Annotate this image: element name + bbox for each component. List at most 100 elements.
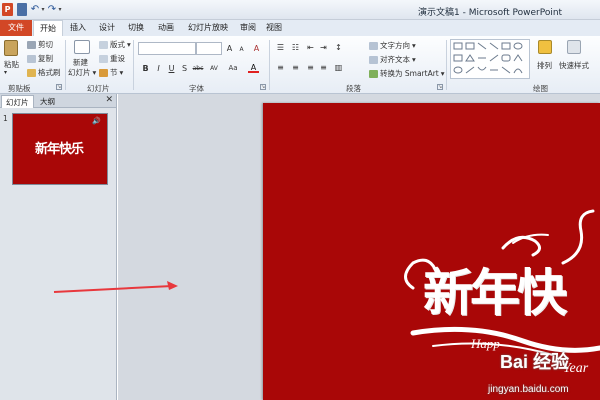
redo-icon[interactable]: ↷: [47, 3, 57, 16]
italic-button[interactable]: I: [153, 63, 164, 74]
paragraph-group-label: 段落: [346, 84, 361, 93]
slide-title-text[interactable]: 新年快: [423, 253, 567, 325]
quick-styles-button[interactable]: 快速样式: [559, 60, 589, 71]
clipboard-group-label: 剪贴板: [8, 84, 31, 93]
clipboard-launcher-icon[interactable]: ↘: [56, 84, 62, 90]
numbering-icon[interactable]: ☷: [290, 42, 301, 53]
increase-indent-icon[interactable]: ⇥: [318, 42, 329, 53]
font-size-combobox[interactable]: [196, 42, 222, 55]
decrease-indent-icon[interactable]: ⇤: [305, 42, 316, 53]
slides-group-label: 幻灯片: [87, 84, 110, 93]
columns-icon[interactable]: ▥: [333, 62, 344, 73]
thumbnail-title: 新年快乐: [35, 142, 84, 157]
shrink-font-button[interactable]: A: [236, 44, 247, 55]
align-text-button[interactable]: 对齐文本 ▾: [369, 54, 416, 65]
tab-outline[interactable]: 大纲: [36, 95, 59, 108]
cut-button[interactable]: 剪切: [27, 39, 53, 50]
bold-button[interactable]: B: [140, 63, 151, 74]
align-right-icon[interactable]: ≡: [305, 62, 316, 73]
chevron-down-icon: ▾: [412, 41, 416, 50]
align-center-icon[interactable]: ≡: [290, 62, 301, 73]
paste-icon[interactable]: [4, 40, 18, 56]
line-spacing-icon[interactable]: ↕: [333, 42, 344, 53]
group-divider: [65, 40, 66, 90]
new-slide-dropdown[interactable]: 幻灯片 ▾: [68, 67, 96, 78]
align-text-label: 对齐文本: [380, 55, 410, 64]
font-color-button[interactable]: A: [248, 62, 259, 73]
powerpoint-app-icon[interactable]: P: [2, 3, 13, 16]
group-divider: [133, 40, 134, 90]
undo-dropdown-icon[interactable]: ▾: [40, 3, 46, 16]
font-group-label: 字体: [189, 84, 204, 93]
save-icon[interactable]: [17, 3, 27, 16]
copy-icon: [27, 54, 36, 63]
window-title: 演示文稿1 - Microsoft PowerPoint: [418, 8, 563, 18]
tab-view[interactable]: 视图: [261, 20, 287, 36]
strikethrough-button[interactable]: abc: [191, 63, 205, 74]
font-launcher-icon[interactable]: ↘: [260, 84, 266, 90]
section-label: 节: [110, 68, 118, 77]
title-bar: P ↶ ▾ ↷ ▾ 演示文稿1 - Microsoft PowerPoint: [0, 0, 600, 20]
text-direction-button[interactable]: 文字方向 ▾: [369, 40, 416, 51]
tab-slides[interactable]: 幻灯片: [1, 95, 34, 108]
tab-review[interactable]: 审阅: [235, 20, 261, 36]
reset-icon: [99, 54, 108, 63]
cut-label: 剪切: [38, 40, 53, 49]
character-spacing-button[interactable]: AV: [207, 63, 221, 74]
tab-slideshow[interactable]: 幻灯片放映: [181, 20, 235, 36]
slide-happy-text[interactable]: Happ: [471, 336, 500, 352]
tab-file[interactable]: 文件: [0, 20, 32, 36]
convert-smartart-button[interactable]: 转换为 SmartArt ▾: [369, 68, 445, 79]
panel-tabs: 幻灯片 大纲 ✕: [0, 94, 116, 108]
quick-access-dropdown-icon[interactable]: ▾: [57, 3, 63, 16]
align-left-icon[interactable]: ≡: [275, 62, 286, 73]
new-slide-label-2: 幻灯片: [68, 68, 91, 77]
format-painter-label: 格式刷: [38, 68, 61, 77]
tab-insert[interactable]: 插入: [63, 20, 93, 36]
tab-home[interactable]: 开始: [33, 20, 63, 37]
justify-icon[interactable]: ≡: [318, 62, 329, 73]
new-slide-icon[interactable]: [74, 40, 90, 54]
copy-label: 复制: [38, 54, 53, 63]
shapes-gallery-icons: [453, 42, 523, 74]
paragraph-launcher-icon[interactable]: ↘: [437, 84, 443, 90]
chevron-down-icon: ▾: [92, 68, 97, 77]
ribbon-tabs: 文件 开始 插入 设计 切换 动画 幻灯片放映 审阅 视图: [0, 20, 600, 37]
tab-animations[interactable]: 动画: [151, 20, 181, 36]
arrange-button[interactable]: 排列: [537, 60, 552, 71]
quick-styles-icon[interactable]: [567, 40, 581, 54]
layout-icon: [99, 40, 108, 49]
shadow-button[interactable]: S: [179, 63, 190, 74]
chevron-down-icon: ▾: [440, 69, 445, 78]
slide-thumbnail[interactable]: 🔊 新年快乐: [12, 113, 108, 185]
layout-button[interactable]: 版式 ▾: [99, 39, 131, 50]
convert-smartart-label: 转换为 SmartArt: [380, 69, 439, 78]
reset-button[interactable]: 重设: [99, 53, 125, 64]
format-painter-button[interactable]: 格式刷: [27, 67, 61, 78]
text-direction-icon: [369, 41, 378, 50]
clear-formatting-button[interactable]: A: [251, 43, 262, 54]
tab-design[interactable]: 设计: [93, 20, 121, 36]
section-button[interactable]: 节 ▾: [99, 67, 123, 78]
chevron-down-icon: ▾: [119, 68, 124, 77]
audio-icon: 🔊: [92, 117, 101, 125]
font-name-combobox[interactable]: [138, 42, 196, 55]
grow-font-button[interactable]: A: [224, 43, 235, 54]
arrange-icon[interactable]: [538, 40, 552, 54]
close-icon[interactable]: ✕: [105, 95, 113, 105]
layout-label: 版式: [110, 40, 125, 49]
undo-icon[interactable]: ↶: [30, 3, 40, 16]
change-case-button[interactable]: Aa: [226, 63, 240, 74]
section-icon: [99, 68, 108, 77]
copy-button[interactable]: 复制: [27, 53, 53, 64]
chevron-down-icon: ▾: [127, 40, 131, 49]
text-direction-label: 文字方向: [380, 41, 410, 50]
slides-panel: 幻灯片 大纲 ✕ 1 🔊 新年快乐: [0, 94, 116, 400]
underline-button[interactable]: U: [166, 63, 177, 74]
watermark-url: jingyan.baidu.com: [488, 384, 569, 395]
paste-dropdown-icon[interactable]: ▾: [4, 69, 7, 76]
bullets-icon[interactable]: ☰: [275, 42, 286, 53]
drawing-group-label: 绘图: [533, 84, 548, 93]
tab-transitions[interactable]: 切换: [121, 20, 151, 36]
group-divider: [446, 40, 447, 90]
